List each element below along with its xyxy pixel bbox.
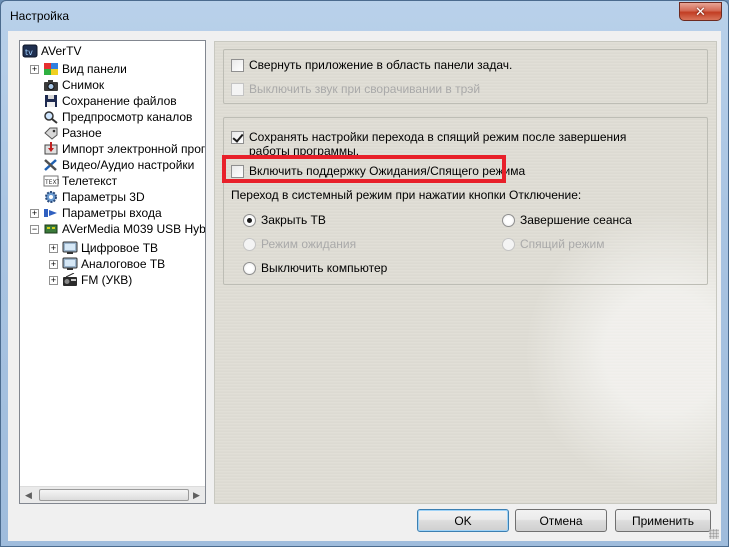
shutdown-radio[interactable] [243,262,256,275]
tree-item-label: Вид панели [62,62,127,76]
tree-item-fm-radio[interactable]: FM (УКВ) [62,272,132,288]
title-bar[interactable]: Настройка ✕ [1,1,728,31]
arrow-right-icon: ▶ [193,490,200,500]
tv-icon [62,257,78,271]
tree-item-file-saving[interactable]: Сохранение файлов [43,93,177,109]
save-sleep-settings-label: Сохранять настройки перехода в спящий ре… [249,130,627,158]
tree-item-input-params[interactable]: Параметры входа [43,205,162,221]
sleep-radio [502,238,515,251]
epg-import-icon [43,142,59,156]
tv-icon [62,241,78,255]
standby-radio [243,238,256,251]
close-tv-option[interactable]: Закрыть ТВ [243,213,326,227]
tree-item-epg-import[interactable]: Импорт электронной прог [43,141,205,157]
tree-item-label: Цифровое ТВ [81,241,159,255]
tree-horizontal-scrollbar[interactable]: ◀ ▶ [20,486,205,503]
mute-on-minimize-label: Выключить звук при сворачивании в трэй [249,82,481,96]
tree-items: tv AVerTV + Вид панели Снимок Сохранение… [20,41,205,487]
window-title: Настройка [10,9,70,23]
tree-item-teletext[interactable]: TEXT Телетекст [43,173,117,189]
close-tv-radio[interactable] [243,214,256,227]
save-sleep-settings-checkbox[interactable] [231,131,244,144]
logoff-radio[interactable] [502,214,515,227]
magnifier-icon [43,110,59,124]
power-button-caption: Переход в системный режим при нажатии кн… [231,188,582,202]
ok-button[interactable]: OK [417,509,509,532]
scrollbar-thumb[interactable] [39,489,189,501]
collapse-toggle[interactable]: − [30,225,39,234]
highlight-annotation-box [222,155,506,183]
expand-toggle[interactable]: + [49,276,58,285]
minimize-to-tray-checkbox[interactable] [231,59,244,72]
mute-on-minimize-checkbox [231,83,244,96]
teletext-icon: TEXT [43,174,60,188]
floppy-disk-icon [43,94,59,108]
minimize-to-tray-option[interactable]: Свернуть приложение в область панели зад… [231,58,512,72]
save-sleep-settings-option[interactable]: Сохранять настройки перехода в спящий ре… [231,130,671,158]
tree-item-avermedia-device[interactable]: AVerMedia M039 USB Hybri [43,221,205,237]
gear-icon [43,190,59,204]
input-icon [43,206,59,220]
svg-text:TEXT: TEXT [44,179,59,186]
arrow-left-icon: ◀ [25,490,32,500]
sleep-label: Спящий режим [520,237,605,251]
expand-toggle[interactable]: + [30,209,39,218]
settings-tree[interactable]: tv AVerTV + Вид панели Снимок Сохранение… [19,40,206,504]
camera-icon [43,78,59,92]
sleep-option: Спящий режим [502,237,604,251]
tree-item-label: Аналоговое ТВ [81,257,166,271]
close-tv-label: Закрыть ТВ [261,213,326,227]
apply-button[interactable]: Применить [615,509,711,532]
tree-item-label: Телетекст [62,174,118,188]
scroll-right-button[interactable]: ▶ [188,487,205,503]
tree-item-label: Разное [62,126,102,140]
tree-item-snapshot[interactable]: Снимок [43,77,104,93]
scroll-left-button[interactable]: ◀ [20,487,37,503]
options-panel: Свернуть приложение в область панели зад… [214,41,717,504]
tree-item-label: Параметры 3D [62,190,145,204]
minimize-to-tray-label: Свернуть приложение в область панели зад… [249,58,513,72]
tree-item-label: FM (УКВ) [81,273,133,287]
tree-item-label: Видео/Аудио настройки [62,158,195,172]
panel-view-icon [43,62,59,76]
tree-item-digital-tv[interactable]: Цифровое ТВ [62,240,158,256]
standby-option: Режим ожидания [243,237,356,251]
expand-toggle[interactable]: + [49,244,58,253]
close-icon: ✕ [695,3,706,19]
tree-item-label: Предпросмотр каналов [62,110,193,124]
tree-item-channel-preview[interactable]: Предпросмотр каналов [43,109,192,125]
tuner-device-icon [43,222,59,236]
avertv-app-icon: tv [22,44,38,58]
shutdown-label: Выключить компьютер [261,261,388,275]
standby-label: Режим ожидания [261,237,357,251]
expand-toggle[interactable]: + [49,260,58,269]
tree-item-label: Импорт электронной прог [62,142,205,156]
tree-item-3d-params[interactable]: Параметры 3D [43,189,145,205]
tree-item-label: AVerTV [41,44,82,58]
tree-item-panel-view[interactable]: Вид панели [43,61,127,77]
tree-item-label: AVerMedia M039 USB Hybri [62,222,205,236]
tree-item-video-audio[interactable]: Видео/Аудио настройки [43,157,194,173]
close-button[interactable]: ✕ [679,2,722,21]
resize-grip[interactable] [709,529,719,539]
tree-item-misc[interactable]: Разное [43,125,102,141]
tag-icon [43,126,59,140]
shutdown-option[interactable]: Выключить компьютер [243,261,387,275]
tree-item-analog-tv[interactable]: Аналоговое ТВ [62,256,165,272]
radio-icon [62,272,78,287]
logoff-label: Завершение сеанса [520,213,632,227]
tree-item-avertv[interactable]: tv AVerTV [22,43,81,59]
tree-item-label: Сохранение файлов [62,94,177,108]
mute-on-minimize-option: Выключить звук при сворачивании в трэй [231,82,480,96]
expand-toggle[interactable]: + [30,65,39,74]
svg-text:tv: tv [25,48,33,57]
cancel-button[interactable]: Отмена [515,509,607,532]
tools-icon [43,158,59,172]
tree-item-label: Снимок [62,78,105,92]
settings-window: Настройка ✕ tv AVerTV + Вид панели Снимо… [0,0,729,547]
tree-item-label: Параметры входа [62,206,162,220]
dialog-client-area: tv AVerTV + Вид панели Снимок Сохранение… [8,31,721,541]
logoff-option[interactable]: Завершение сеанса [502,213,632,227]
